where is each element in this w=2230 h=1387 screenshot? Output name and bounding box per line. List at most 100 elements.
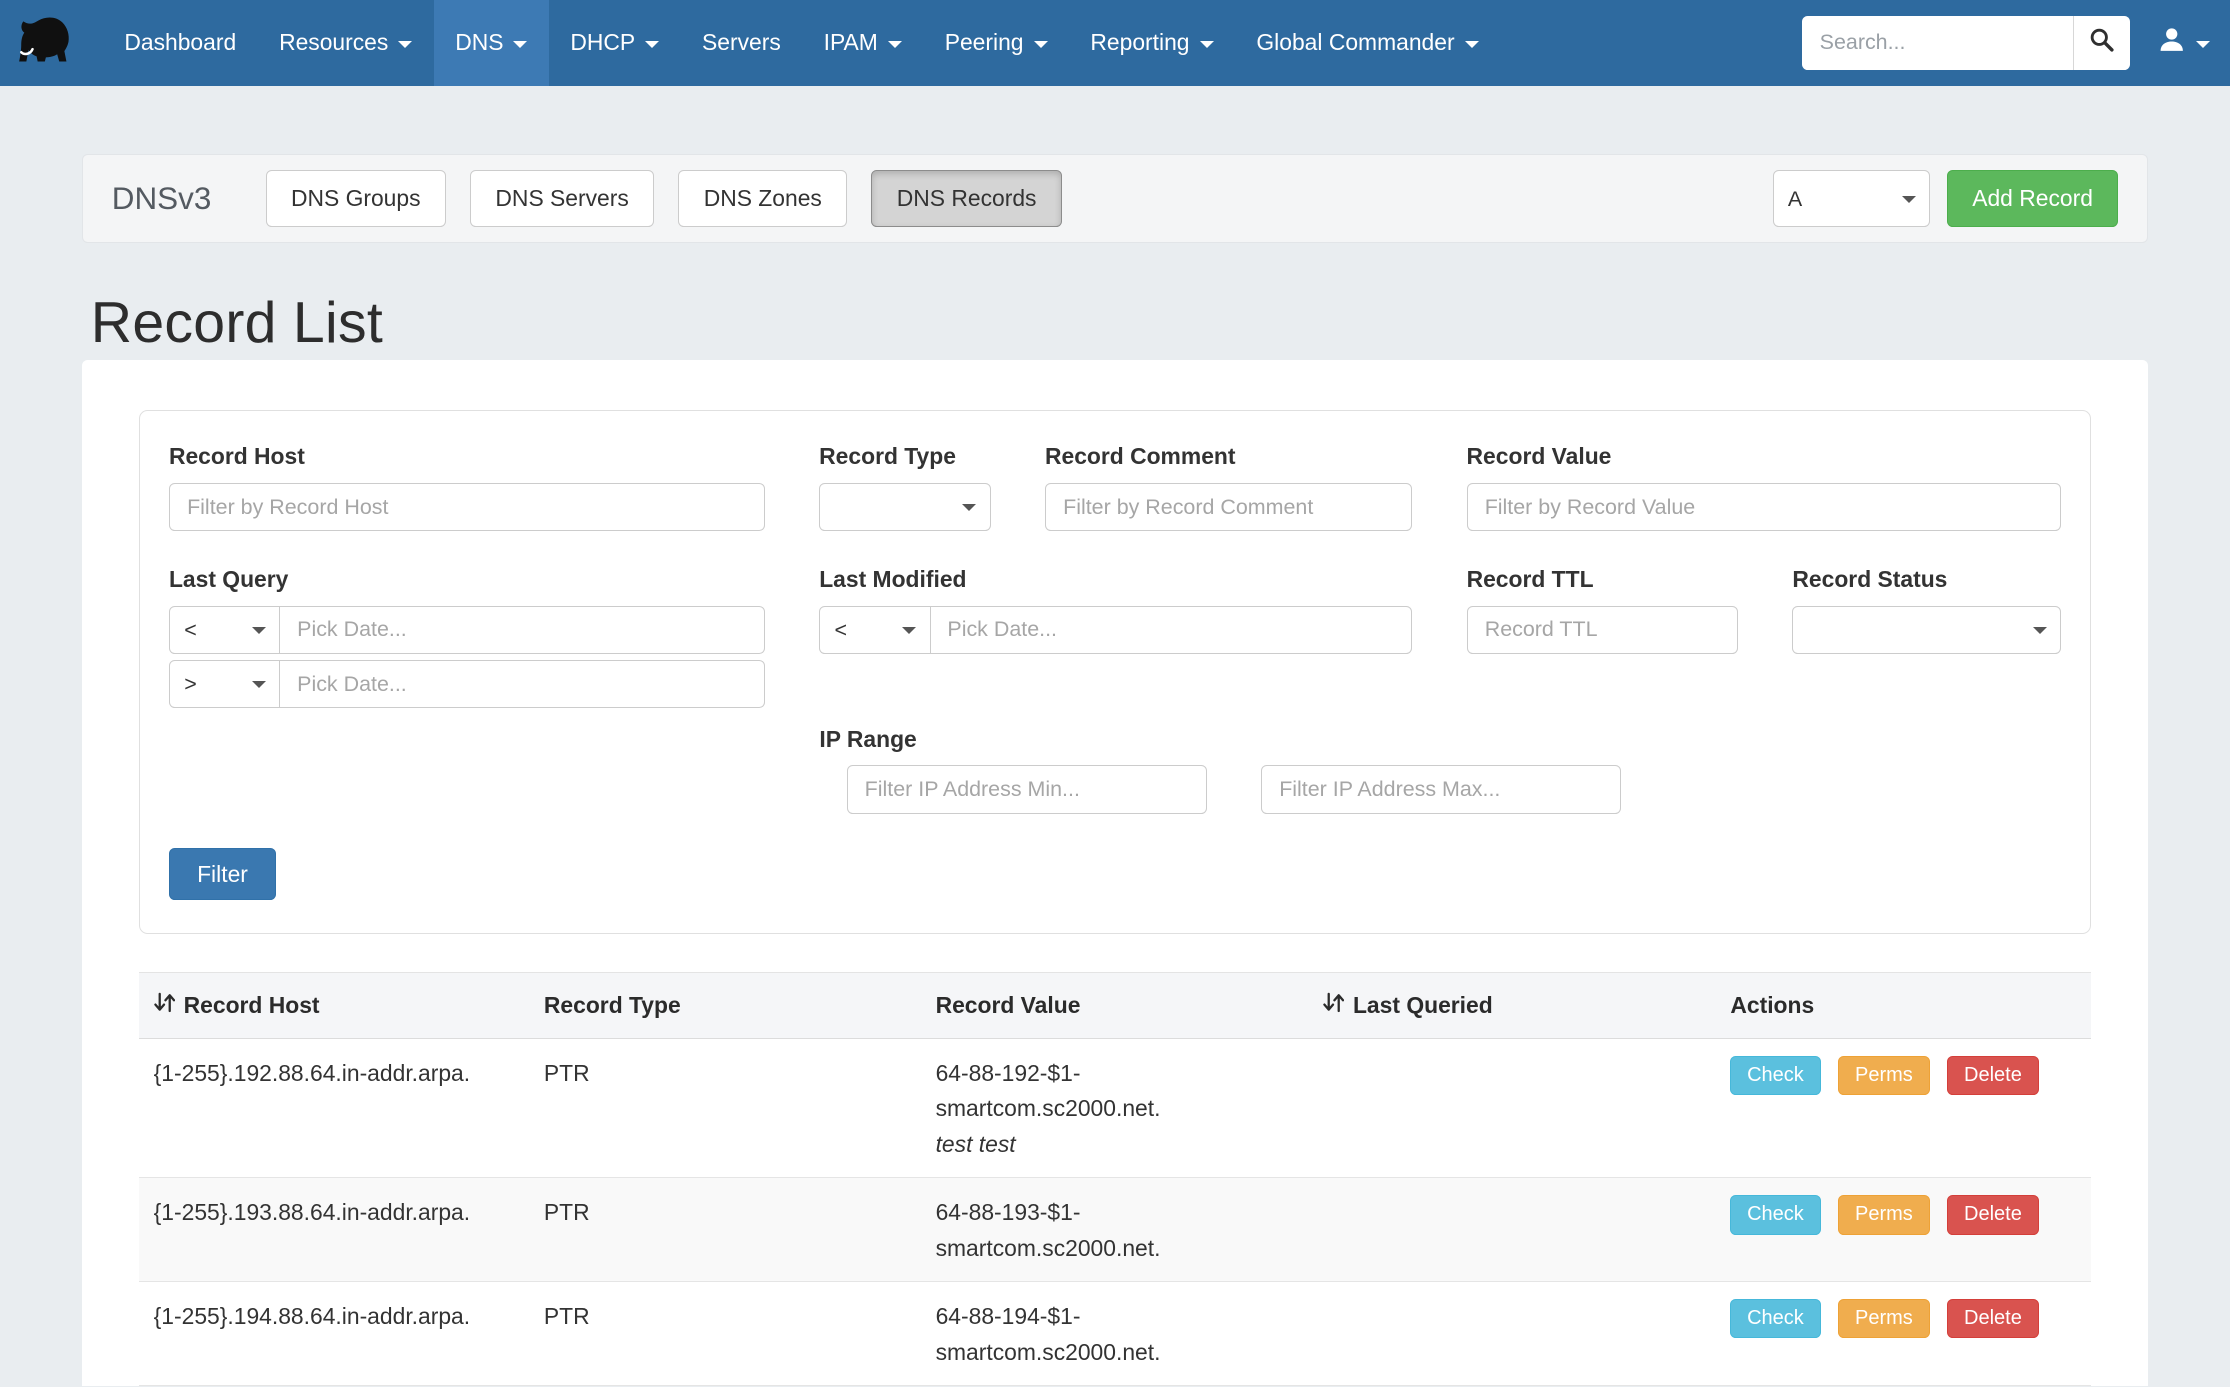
nav-item-resources[interactable]: Resources <box>258 0 434 86</box>
ip-range-max-input[interactable] <box>1261 765 1621 814</box>
last-query-label: Last Query <box>169 566 765 593</box>
nav-item-dashboard[interactable]: Dashboard <box>103 0 258 86</box>
check-button[interactable]: Check <box>1730 1299 1820 1338</box>
user-icon <box>2156 24 2187 61</box>
chevron-down-icon <box>1200 41 1214 48</box>
check-button[interactable]: Check <box>1730 1056 1820 1095</box>
last-query-op2-select[interactable]: > <box>169 660 281 709</box>
last-query-op2-wrap: > <box>169 660 281 709</box>
last-query-op1-wrap: < <box>169 606 281 655</box>
record-comment-text: test test <box>936 1127 1323 1163</box>
header-label: Last Queried <box>1353 992 1493 1019</box>
last-modified-op-select[interactable]: < <box>819 606 931 655</box>
filter-button[interactable]: Filter <box>169 848 276 899</box>
perms-button[interactable]: Perms <box>1838 1056 1929 1095</box>
last-query-op1-select[interactable]: < <box>169 606 281 655</box>
nav-label: DNS <box>455 29 503 56</box>
nav-item-reporting[interactable]: Reporting <box>1069 0 1235 86</box>
delete-button[interactable]: Delete <box>1947 1056 2038 1095</box>
records-table: Record Host Record Type Record Value Las… <box>139 972 2090 1386</box>
delete-button[interactable]: Delete <box>1947 1195 2038 1234</box>
table-row: {1-255}.193.88.64.in-addr.arpa. PTR 64-8… <box>139 1178 2090 1282</box>
record-value-input[interactable] <box>1467 483 2062 532</box>
record-host-label: Record Host <box>169 443 765 470</box>
top-navbar: Dashboard Resources DNS DHCP Servers IPA… <box>0 0 2230 86</box>
content-card: Record Host Record Type Record Comment <box>82 360 2148 1385</box>
search-input[interactable] <box>1802 16 2074 70</box>
last-query-date-min-input[interactable] <box>279 606 765 655</box>
filter-panel: Record Host Record Type Record Comment <box>139 410 2090 933</box>
nav-item-dhcp[interactable]: DHCP <box>549 0 681 86</box>
app-logo[interactable] <box>0 0 91 86</box>
page-title: Record List <box>91 290 2148 356</box>
nav-item-global-commander[interactable]: Global Commander <box>1235 0 1500 86</box>
header-actions: Actions <box>1718 992 2091 1019</box>
record-type-label: Record Type <box>819 443 990 470</box>
cell-record-value: 64-88-192-$1-smartcom.sc2000.net. test t… <box>936 1056 1323 1163</box>
tab-dns-groups[interactable]: DNS Groups <box>266 170 446 227</box>
record-comment-input[interactable] <box>1045 483 1412 532</box>
header-record-host[interactable]: Record Host <box>139 991 544 1020</box>
cell-record-host: {1-255}.193.88.64.in-addr.arpa. <box>139 1195 544 1231</box>
cell-record-value: 64-88-193-$1-smartcom.sc2000.net. <box>936 1195 1323 1266</box>
table-row: {1-255}.192.88.64.in-addr.arpa. PTR 64-8… <box>139 1039 2090 1179</box>
record-status-select[interactable] <box>1792 606 2061 655</box>
chevron-down-icon <box>2196 41 2210 48</box>
nav-label: IPAM <box>824 29 878 56</box>
main-container: DNSv3 DNS Groups DNS Servers DNS Zones D… <box>82 154 2148 1386</box>
cell-record-type: PTR <box>544 1056 936 1092</box>
mammoth-icon <box>13 7 79 79</box>
record-ttl-label: Record TTL <box>1467 566 1739 593</box>
nav-item-servers[interactable]: Servers <box>681 0 803 86</box>
record-comment-label: Record Comment <box>1045 443 1412 470</box>
ip-range-min-input[interactable] <box>847 765 1207 814</box>
chevron-down-icon <box>513 41 527 48</box>
table-body: {1-255}.192.88.64.in-addr.arpa. PTR 64-8… <box>139 1039 2090 1386</box>
tab-dns-servers[interactable]: DNS Servers <box>470 170 654 227</box>
record-host-input[interactable] <box>169 483 765 532</box>
nav-label: Reporting <box>1090 29 1189 56</box>
ip-range-block: IP Range <box>819 726 2061 814</box>
record-value-text: 64-88-192-$1-smartcom.sc2000.net. <box>936 1056 1208 1127</box>
nav-item-ipam[interactable]: IPAM <box>802 0 923 86</box>
nav-item-dns[interactable]: DNS <box>434 0 549 86</box>
toolbar-right: A Add Record <box>1773 170 2119 227</box>
table-row: {1-255}.194.88.64.in-addr.arpa. PTR 64-8… <box>139 1282 2090 1386</box>
record-type-select[interactable]: A <box>1773 170 1930 227</box>
delete-button[interactable]: Delete <box>1947 1299 2038 1338</box>
header-record-type: Record Type <box>544 992 936 1019</box>
nav-item-peering[interactable]: Peering <box>923 0 1069 86</box>
last-query-date-max-input[interactable] <box>279 660 765 709</box>
chevron-down-icon <box>1034 41 1048 48</box>
table-header: Record Host Record Type Record Value Las… <box>139 972 2090 1038</box>
nav-label: Servers <box>702 29 781 56</box>
search-button[interactable] <box>2073 16 2130 70</box>
header-last-queried[interactable]: Last Queried <box>1323 991 1718 1020</box>
perms-button[interactable]: Perms <box>1838 1299 1929 1338</box>
cell-record-host: {1-255}.192.88.64.in-addr.arpa. <box>139 1056 544 1092</box>
record-value-text: 64-88-194-$1-smartcom.sc2000.net. <box>936 1299 1208 1370</box>
filter-row-1: Record Host Record Type Record Comment <box>169 443 2061 531</box>
chevron-down-icon <box>645 41 659 48</box>
tab-dns-records[interactable]: DNS Records <box>871 170 1061 227</box>
record-ttl-input[interactable] <box>1467 606 1739 655</box>
nav-label: Resources <box>279 29 388 56</box>
last-modified-op-wrap: < <box>819 606 931 655</box>
add-record-button[interactable]: Add Record <box>1947 170 2118 227</box>
dns-records-page: Dashboard Resources DNS DHCP Servers IPA… <box>0 0 2230 1387</box>
sort-icon <box>154 991 175 1020</box>
cell-record-host: {1-255}.194.88.64.in-addr.arpa. <box>139 1299 544 1335</box>
main-nav: Dashboard Resources DNS DHCP Servers IPA… <box>103 0 1500 86</box>
perms-button[interactable]: Perms <box>1838 1195 1929 1234</box>
nav-label: Peering <box>945 29 1024 56</box>
cell-record-value: 64-88-194-$1-smartcom.sc2000.net. <box>936 1299 1323 1370</box>
check-button[interactable]: Check <box>1730 1195 1820 1234</box>
user-menu[interactable] <box>2156 24 2210 61</box>
search-icon <box>2089 27 2115 59</box>
record-type-filter-select[interactable] <box>819 483 990 532</box>
tab-dns-zones[interactable]: DNS Zones <box>678 170 847 227</box>
header-label: Record Host <box>184 992 320 1019</box>
last-modified-date-input[interactable] <box>929 606 1412 655</box>
chevron-down-icon <box>888 41 902 48</box>
cell-actions: Check Perms Delete <box>1718 1299 2091 1338</box>
